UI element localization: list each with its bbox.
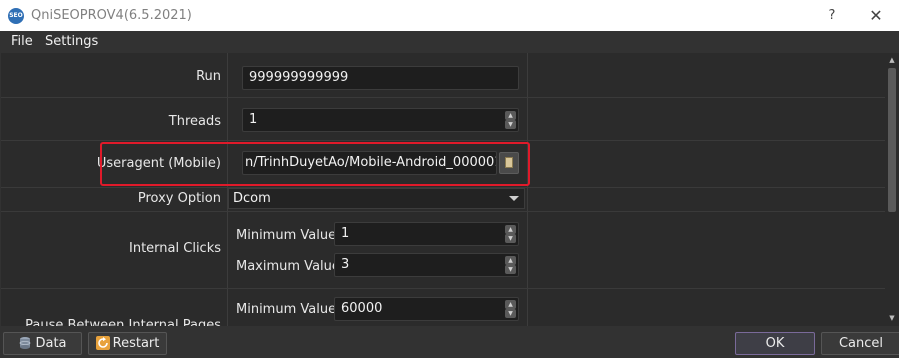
internal-clicks-min-value: 1 bbox=[341, 226, 350, 241]
spin-down-icon[interactable]: ▼ bbox=[505, 309, 516, 318]
scrollbar-thumb[interactable] bbox=[888, 68, 896, 212]
data-button-label: Data bbox=[35, 336, 67, 351]
run-label: Run bbox=[196, 69, 221, 84]
spin-up-icon[interactable]: ▲ bbox=[505, 300, 516, 309]
row-divider bbox=[1, 97, 885, 98]
help-button[interactable]: ? bbox=[822, 6, 842, 26]
threads-spinner[interactable]: ▲ ▼ bbox=[502, 109, 518, 131]
menu-bar: File Settings bbox=[0, 31, 899, 52]
spin-up-icon[interactable]: ▲ bbox=[505, 225, 516, 234]
proxy-option-value: Dcom bbox=[233, 191, 271, 206]
menu-file[interactable]: File bbox=[11, 34, 33, 49]
proxy-option-label: Proxy Option bbox=[137, 191, 221, 206]
data-button[interactable]: Data bbox=[3, 332, 82, 355]
run-input[interactable]: 999999999999 bbox=[242, 66, 519, 90]
internal-clicks-min-label: Minimum Value bbox=[236, 228, 337, 243]
pause-internal-label: Pause Between Internal Pages bbox=[25, 318, 221, 326]
restart-button-label: Restart bbox=[112, 336, 160, 351]
scroll-up-icon[interactable]: ▲ bbox=[888, 56, 896, 64]
column-divider-right bbox=[527, 53, 528, 326]
internal-clicks-max-value: 3 bbox=[341, 257, 350, 272]
highlight-annotation bbox=[100, 142, 530, 186]
internal-clicks-min-spinbox[interactable]: 1 ▲ ▼ bbox=[334, 222, 519, 246]
threads-spinbox[interactable]: 1 ▲ ▼ bbox=[242, 108, 519, 132]
spin-down-icon[interactable]: ▼ bbox=[505, 265, 516, 274]
row-divider bbox=[1, 288, 885, 289]
spin-down-icon[interactable]: ▼ bbox=[505, 234, 516, 243]
cancel-button[interactable]: Cancel bbox=[821, 332, 899, 355]
spinner[interactable]: ▲ ▼ bbox=[502, 223, 518, 245]
chevron-down-icon bbox=[509, 196, 519, 201]
pause-internal-min-label: Minimum Value bbox=[236, 302, 337, 317]
menu-settings[interactable]: Settings bbox=[45, 34, 98, 49]
close-button[interactable]: ✕ bbox=[864, 5, 888, 27]
threads-label: Threads bbox=[168, 114, 221, 129]
row-divider bbox=[1, 140, 885, 141]
spinner[interactable]: ▲ ▼ bbox=[502, 298, 518, 320]
spin-up-icon[interactable]: ▲ bbox=[505, 256, 516, 265]
spinner[interactable]: ▲ ▼ bbox=[502, 254, 518, 276]
spin-up-icon[interactable]: ▲ bbox=[505, 111, 516, 120]
pause-internal-min-value: 60000 bbox=[341, 301, 383, 316]
restart-button[interactable]: Restart bbox=[88, 332, 167, 355]
app-logo-icon: SEO bbox=[8, 8, 24, 24]
restart-icon bbox=[95, 336, 110, 350]
database-icon bbox=[18, 336, 32, 350]
proxy-option-select[interactable]: Dcom bbox=[228, 188, 525, 209]
pause-internal-min-spinbox[interactable]: 60000 ▲ ▼ bbox=[334, 297, 519, 321]
internal-clicks-max-label: Maximum Value bbox=[236, 259, 340, 274]
row-divider bbox=[1, 211, 885, 212]
scroll-down-icon[interactable]: ▼ bbox=[888, 314, 896, 322]
internal-clicks-label: Internal Clicks bbox=[129, 241, 221, 256]
threads-value: 1 bbox=[249, 112, 258, 127]
title-bar: SEO QniSEOPROV4(6.5.2021) ? ✕ bbox=[0, 0, 899, 31]
ok-button[interactable]: OK bbox=[735, 332, 815, 355]
window-title: QniSEOPROV4(6.5.2021) bbox=[31, 8, 192, 23]
bottom-bar: Data Restart OK Cancel bbox=[0, 326, 899, 358]
internal-clicks-max-spinbox[interactable]: 3 ▲ ▼ bbox=[334, 253, 519, 277]
spin-down-icon[interactable]: ▼ bbox=[505, 120, 516, 129]
settings-panel: Run 999999999999 Threads 1 ▲ ▼ Useragent… bbox=[1, 53, 885, 326]
